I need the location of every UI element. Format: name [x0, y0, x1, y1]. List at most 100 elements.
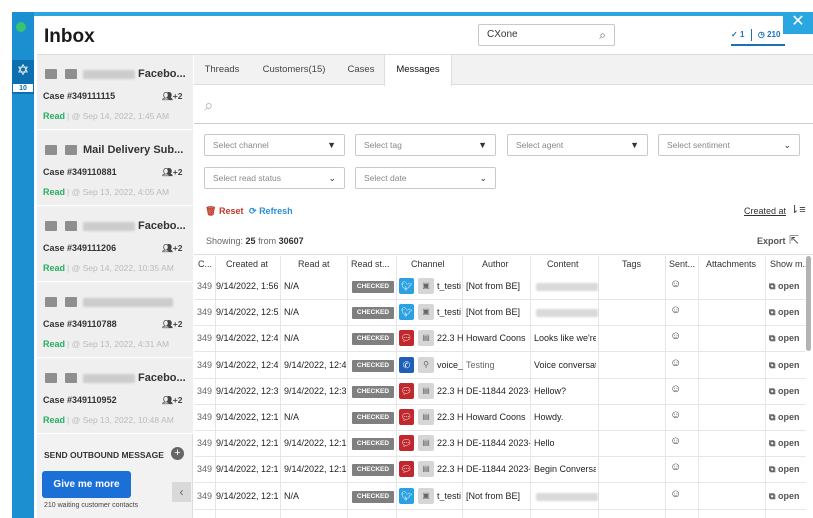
chevron-down-icon: ⌄	[479, 173, 487, 183]
waiting-contacts: 210 waiting customer contacts	[44, 502, 139, 509]
participants-count: 👥︎+2	[162, 243, 183, 254]
col-header-show-more[interactable]: Show m...	[770, 259, 810, 269]
mail-icon	[65, 69, 77, 79]
cell-read: 9/14/2022, 12:3	[284, 385, 346, 396]
table-row[interactable]: 349 9/14/2022, 12:1 N/A CHECKED 🐦︎ ▣ t_t…	[194, 484, 806, 510]
gear-icon[interactable]: ✡	[13, 61, 33, 81]
open-link[interactable]: ⧉ open	[769, 491, 799, 502]
date-select[interactable]: Select date ⌄	[355, 167, 496, 189]
message-search-underline[interactable]	[194, 123, 813, 124]
inbox-item[interactable]: Case #349110788 👥︎+2 Read | @ Sep 13, 20…	[37, 283, 193, 358]
sort-created-at-button[interactable]: Created at	[744, 206, 786, 216]
chevron-left-icon[interactable]: ‹	[172, 482, 191, 502]
avatar: ▤	[418, 382, 434, 399]
read-status-select-label: Select read status	[213, 173, 282, 183]
sort-icon[interactable]: ⇂≡	[790, 203, 806, 216]
open-link[interactable]: ⧉ open	[769, 360, 799, 371]
twitter-icon: 🐦︎	[399, 487, 414, 504]
mail-icon	[65, 145, 77, 155]
inbox-item[interactable]: Facebo... Case #349111115 👥︎+2 Read | @ …	[37, 55, 193, 130]
cell-channel: t_testi	[437, 307, 462, 318]
cell-channel: t_testi	[437, 281, 462, 291]
open-link[interactable]: ⧉ open	[769, 281, 799, 292]
external-link-icon: ⧉	[769, 490, 776, 501]
avatar: ▣	[418, 304, 434, 321]
inbox-item-date-text: @ Sep 13, 2022, 10:48 AM	[71, 415, 174, 425]
status-dot-icon[interactable]	[16, 22, 26, 32]
col-header-sentiment[interactable]: Sent...	[669, 259, 695, 269]
open-link[interactable]: ⧉ open	[769, 438, 799, 449]
inbox-item-name: Mail Delivery Sub...	[83, 144, 183, 156]
reset-button[interactable]: 🗑︎ Reset	[205, 206, 243, 217]
open-link[interactable]: ⧉ open	[769, 386, 799, 397]
tab-cases[interactable]: Cases	[338, 55, 384, 85]
table-row[interactable]: 349 9/14/2022, 12:5 N/A CHECKED 🐦︎ ▣ t_t…	[194, 300, 806, 327]
sms-icon: 💬︎	[399, 461, 414, 478]
counters[interactable]: ✓ 1 ◷ 210	[731, 29, 780, 41]
channel-select[interactable]: Select channel ▼	[204, 134, 345, 156]
open-link[interactable]: ⧉ open	[769, 412, 799, 423]
table-row[interactable]: 349 9/14/2022, 12:4 9/14/2022, 12:4 CHEC…	[194, 353, 806, 379]
people-icon: 👥︎	[162, 395, 173, 405]
vertical-scrollbar[interactable]	[806, 256, 811, 351]
col-header-channel[interactable]: Channel	[411, 259, 445, 269]
cell-id: 349	[197, 438, 213, 449]
close-icon[interactable]: ✕	[783, 12, 813, 34]
col-header-attachments[interactable]: Attachments	[706, 259, 756, 269]
table-row[interactable]: 349 9/14/2022, 12:1 9/14/2022, 12:1 CHEC…	[194, 431, 806, 458]
cell-created: 9/14/2022, 12:4	[216, 333, 278, 344]
cell-author: DE-11844 2023-	[466, 464, 530, 475]
export-icon[interactable]: ⇱	[789, 233, 799, 247]
avatar: ▤	[418, 461, 434, 478]
tab-messages[interactable]: Messages	[384, 55, 452, 86]
participants-count: 👥︎+2	[162, 91, 183, 102]
sentiment-select[interactable]: Select sentiment ⌄	[658, 134, 800, 156]
inbox-item-case: Case #349111206	[43, 243, 117, 253]
open-link[interactable]: ⧉ open	[769, 333, 799, 344]
tag-select[interactable]: Select tag ▼	[355, 134, 496, 156]
table-row[interactable]: 349 9/14/2022, 12:1 9/14/2022, 12:1 CHEC…	[194, 457, 806, 484]
col-header-content[interactable]: Content	[547, 259, 579, 269]
sms-icon: 💬︎	[399, 382, 414, 399]
col-header-tags[interactable]: Tags	[622, 259, 641, 269]
agent-select[interactable]: Select agent ▼	[507, 134, 648, 156]
add-icon[interactable]: +	[171, 447, 184, 460]
trash-icon: 🗑︎	[205, 206, 217, 216]
sms-icon: 💬︎	[399, 330, 414, 347]
tab-threads[interactable]: Threads	[194, 55, 250, 85]
status-badge: CHECKED	[352, 307, 394, 320]
export-button[interactable]: Export	[757, 236, 786, 246]
cell-author: Howard Coons	[466, 412, 526, 422]
search-input[interactable]: CXone ⌕	[478, 24, 615, 46]
caret-down-icon: ▼	[478, 140, 487, 150]
cell-id: 349	[197, 490, 213, 501]
open-link[interactable]: ⧉ open	[769, 307, 799, 318]
table-row[interactable]: 349 9/14/2022, 1:56 N/A CHECKED 🐦︎ ▣ t_t…	[194, 274, 806, 300]
col-header-id[interactable]: C...	[198, 259, 212, 269]
give-me-more-button[interactable]: Give me more	[42, 471, 131, 498]
col-header-author[interactable]: Author	[482, 259, 509, 269]
top-accent-bar	[12, 12, 813, 16]
open-link[interactable]: ⧉ open	[769, 464, 799, 475]
table-row[interactable]: 349 9/14/2022, 12:3 9/14/2022, 12:3 CHEC…	[194, 379, 806, 405]
table-row[interactable]: 349 9/14/2022, 12:1 N/A CHECKED 💬︎ ▤ 22.…	[194, 405, 806, 431]
inbox-item[interactable]: Facebo... Case #349110952 👥︎+2 Read | @ …	[37, 359, 193, 434]
read-status-select[interactable]: Select read status ⌄	[204, 167, 345, 189]
search-icon[interactable]: ⌕	[204, 96, 214, 116]
status-badge: CHECKED	[352, 464, 394, 477]
tab-customers[interactable]: Customers(15)	[257, 55, 331, 85]
inbox-item-name-text: Facebo...	[138, 372, 186, 384]
search-value: CXone	[487, 29, 518, 40]
col-header-created[interactable]: Created at	[226, 259, 268, 269]
col-header-read[interactable]: Read at	[298, 259, 330, 269]
inbox-item[interactable]: Facebo... Case #349111206 👥︎+2 Read | @ …	[37, 207, 193, 282]
col-header-read-status[interactable]: Read st...	[351, 259, 390, 269]
inbox-item[interactable]: Mail Delivery Sub... Case #349110881 👥︎+…	[37, 131, 193, 206]
search-icon[interactable]: ⌕	[599, 25, 606, 45]
envelope-icon	[45, 145, 57, 155]
refresh-button[interactable]: ⟳ Refresh	[249, 206, 293, 217]
rail-badge: 10	[12, 83, 34, 93]
table-row[interactable]: 349 9/14/2022, 12:4 N/A CHECKED 💬︎ ▤ 22.…	[194, 326, 806, 353]
neutral-face-icon: ☺	[670, 382, 682, 395]
cell-id: 349	[197, 359, 213, 370]
